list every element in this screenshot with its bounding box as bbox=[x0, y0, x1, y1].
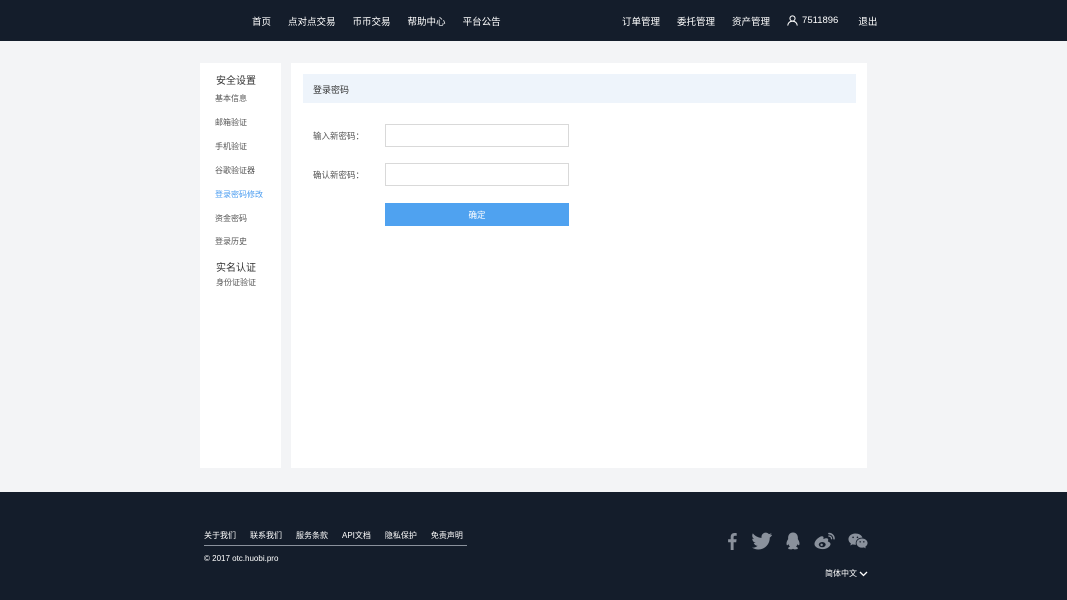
nav-home[interactable]: 首页 bbox=[252, 14, 271, 28]
password-panel: 登录密码 输入新密码： 确认新密码： 确定 bbox=[291, 63, 867, 468]
sidebar-item-login-history[interactable]: 登录历史 bbox=[215, 236, 247, 247]
new-password-label: 输入新密码： bbox=[313, 131, 365, 141]
twitter-icon[interactable] bbox=[752, 532, 772, 550]
footer-link-terms[interactable]: 服务条款 bbox=[296, 530, 328, 541]
footer-links: 关于我们 联系我们 服务条款 API文档 隐私保护 免责声明 bbox=[204, 530, 477, 541]
footer-link-api-docs[interactable]: API文档 bbox=[342, 530, 371, 541]
logout-link[interactable]: 退出 bbox=[858, 14, 877, 28]
copyright-text: © 2017 otc.huobi.pro bbox=[204, 554, 279, 563]
nav-entrust-management[interactable]: 委托管理 bbox=[677, 14, 715, 28]
facebook-icon[interactable] bbox=[726, 532, 738, 550]
new-password-input[interactable] bbox=[385, 124, 569, 147]
chevron-down-icon bbox=[859, 571, 868, 576]
sidebar-group-security: 安全设置 bbox=[216, 76, 256, 87]
wechat-icon[interactable] bbox=[848, 532, 868, 550]
language-selector[interactable]: 简体中文 bbox=[825, 568, 868, 579]
confirm-button[interactable]: 确定 bbox=[385, 203, 569, 226]
footer-link-disclaimer[interactable]: 免责声明 bbox=[431, 530, 463, 541]
qq-icon[interactable] bbox=[785, 532, 801, 550]
confirm-password-input[interactable] bbox=[385, 163, 569, 186]
sidebar-group-identity: 实名认证 bbox=[216, 263, 256, 274]
confirm-password-label: 确认新密码： bbox=[313, 170, 365, 180]
sidebar-item-email-verify[interactable]: 邮箱验证 bbox=[215, 117, 247, 128]
footer-link-privacy[interactable]: 隐私保护 bbox=[385, 530, 417, 541]
footer: 关于我们 联系我们 服务条款 API文档 隐私保护 免责声明 © 2017 ot… bbox=[0, 492, 1067, 600]
main-nav: 首页 点对点交易 币币交易 帮助中心 平台公告 bbox=[252, 0, 518, 41]
nav-help-center[interactable]: 帮助中心 bbox=[408, 14, 446, 28]
nav-announcements[interactable]: 平台公告 bbox=[463, 14, 501, 28]
panel-title: 登录密码 bbox=[313, 85, 350, 95]
nav-order-management[interactable]: 订单管理 bbox=[622, 14, 660, 28]
footer-link-about[interactable]: 关于我们 bbox=[204, 530, 236, 541]
nav-p2p-trade[interactable]: 点对点交易 bbox=[288, 14, 336, 28]
weibo-icon[interactable] bbox=[814, 532, 835, 550]
nav-asset-management[interactable]: 资产管理 bbox=[732, 14, 770, 28]
footer-divider bbox=[204, 545, 467, 546]
sidebar-item-id-verify[interactable]: 身份证验证 bbox=[216, 277, 256, 288]
user-menu[interactable]: 7511896 bbox=[787, 15, 838, 26]
sidebar-item-login-password[interactable]: 登录密码修改 bbox=[215, 189, 263, 200]
sidebar-item-basic-info[interactable]: 基本信息 bbox=[215, 93, 247, 104]
top-navbar: 首页 点对点交易 币币交易 帮助中心 平台公告 订单管理 委托管理 资产管理 7… bbox=[0, 0, 1067, 41]
user-id: 7511896 bbox=[802, 15, 839, 26]
account-nav: 订单管理 委托管理 资产管理 7511896 退出 bbox=[622, 0, 894, 41]
language-label: 简体中文 bbox=[825, 569, 857, 578]
nav-coin-trade[interactable]: 币币交易 bbox=[353, 14, 391, 28]
settings-sidebar: 安全设置 基本信息 邮箱验证 手机验证 谷歌验证器 登录密码修改 资金密码 登录… bbox=[200, 63, 281, 468]
sidebar-item-google-auth[interactable]: 谷歌验证器 bbox=[215, 165, 255, 176]
sidebar-item-phone-verify[interactable]: 手机验证 bbox=[215, 141, 247, 152]
footer-link-contact[interactable]: 联系我们 bbox=[250, 530, 282, 541]
user-icon bbox=[787, 15, 798, 26]
sidebar-item-fund-password[interactable]: 资金密码 bbox=[215, 213, 247, 224]
panel-header: 登录密码 bbox=[303, 74, 856, 103]
